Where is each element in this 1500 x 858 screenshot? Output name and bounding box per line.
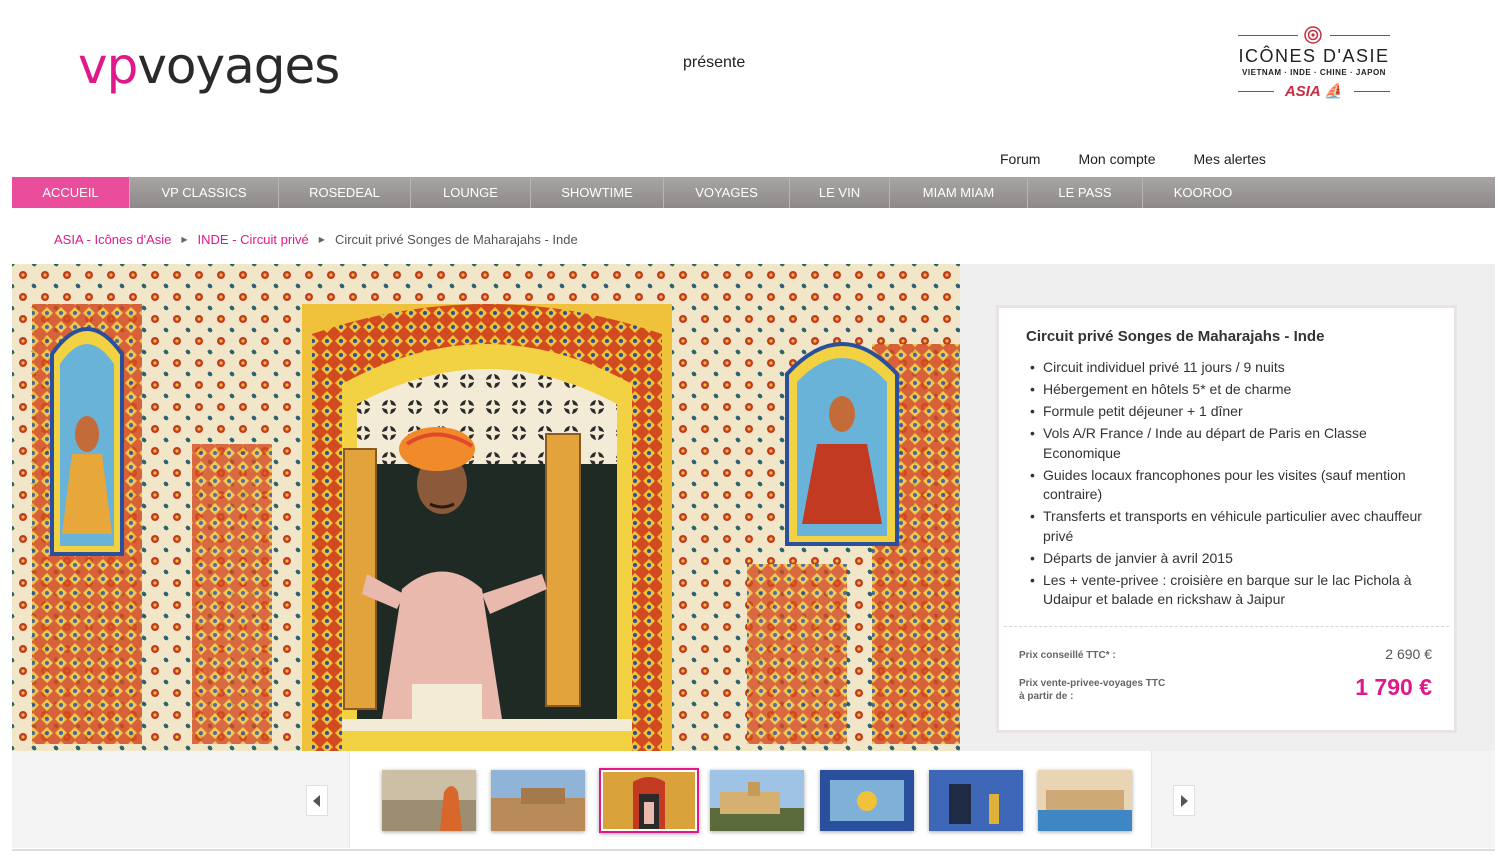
feature-item: Transferts et transports en véhicule par… xyxy=(1030,507,1445,546)
partner-line xyxy=(1330,35,1390,36)
partner-brand: ASIA ⛵ xyxy=(1276,82,1352,100)
gallery-thumbnail[interactable] xyxy=(491,770,585,831)
nav-item-lounge[interactable]: LOUNGE xyxy=(411,177,531,208)
breadcrumb-current: Circuit privé Songes de Maharajahs - Ind… xyxy=(334,232,578,247)
nav-item-voyages[interactable]: VOYAGES xyxy=(664,177,790,208)
sale-price-value: 1 790 € xyxy=(1355,674,1432,700)
chevron-left-icon xyxy=(313,794,320,807)
gallery-thumbnail[interactable] xyxy=(820,770,914,831)
gallery-thumbnail[interactable] xyxy=(710,770,804,831)
feature-item: Circuit individuel privé 11 jours / 9 nu… xyxy=(1030,358,1445,378)
partner-line xyxy=(1354,91,1390,92)
main-nav: ACCUEIL VP CLASSICS ROSEDEAL LOUNGE SHOW… xyxy=(12,177,1495,208)
chevron-right-icon xyxy=(1181,794,1188,807)
gallery-thumbnail[interactable] xyxy=(1038,770,1132,831)
gallery-thumbnail-active[interactable] xyxy=(599,768,699,833)
breadcrumb-arrow-icon: ▶ xyxy=(181,235,188,244)
logo-voyages: voyages xyxy=(137,37,340,95)
feature-item: Formule petit déjeuner + 1 dîner xyxy=(1030,402,1445,422)
nav-item-le-pass[interactable]: LE PASS xyxy=(1028,177,1143,208)
offer-title: Circuit privé Songes de Maharajahs - Ind… xyxy=(1026,328,1325,345)
top-links: Forum Mon compte Mes alertes xyxy=(1000,151,1266,167)
nav-item-showtime[interactable]: SHOWTIME xyxy=(531,177,664,208)
offer-card: Circuit privé Songes de Maharajahs - Ind… xyxy=(996,305,1457,733)
mon-compte-link[interactable]: Mon compte xyxy=(1078,151,1155,167)
partner-subtitle: VIETNAM · INDE · CHINE · JAPON xyxy=(1242,68,1386,77)
thumbnail-image xyxy=(491,770,585,831)
thumbnail-image xyxy=(382,770,476,831)
nav-item-miam-miam[interactable]: MIAM MIAM xyxy=(890,177,1028,208)
forum-link[interactable]: Forum xyxy=(1000,151,1040,167)
price-label: Prix conseillé TTC* : xyxy=(1019,650,1116,661)
nav-item-accueil[interactable]: ACCUEIL xyxy=(12,177,130,208)
nav-item-rosedeal[interactable]: ROSEDEAL xyxy=(279,177,411,208)
feature-item: Hébergement en hôtels 5* et de charme xyxy=(1030,380,1445,400)
breadcrumb-asia[interactable]: ASIA - Icônes d'Asie xyxy=(54,232,171,247)
thumbnail-image xyxy=(603,772,695,829)
hero-illustration xyxy=(12,264,960,751)
partner-logo: ICÔNES D'ASIE VIETNAM · INDE · CHINE · J… xyxy=(1232,26,1396,106)
breadcrumb: ASIA - Icônes d'Asie ▶ INDE - Circuit pr… xyxy=(54,232,578,247)
price-value: 2 690 € xyxy=(1385,646,1432,662)
mes-alertes-link[interactable]: Mes alertes xyxy=(1194,151,1266,167)
price-divider xyxy=(1004,626,1449,627)
thumbnail-image xyxy=(1038,770,1132,831)
thumbnail-image xyxy=(710,770,804,831)
feature-item: Les + vente-privee : croisière en barque… xyxy=(1030,571,1445,610)
partner-brand-text: ASIA xyxy=(1284,83,1321,100)
nav-item-le-vin[interactable]: LE VIN xyxy=(790,177,890,208)
partner-title: ICÔNES D'ASIE xyxy=(1238,46,1390,66)
vpvoyages-logo[interactable]: vpvoyages xyxy=(78,36,340,96)
feature-item: Vols A/R France / Inde au départ de Pari… xyxy=(1030,424,1445,463)
boat-icon: ⛵ xyxy=(1324,83,1344,100)
thumbnail-image xyxy=(820,770,914,831)
gallery-thumbnail[interactable] xyxy=(929,770,1023,831)
offer-features: Circuit individuel privé 11 jours / 9 nu… xyxy=(1030,358,1445,612)
partner-line xyxy=(1238,35,1298,36)
sale-price-label: Prix vente-privee-voyages TTC à partir d… xyxy=(1019,678,1166,702)
gallery-prev-button[interactable] xyxy=(306,785,328,816)
breadcrumb-inde[interactable]: INDE - Circuit privé xyxy=(198,232,309,247)
nav-item-vp-classics[interactable]: VP CLASSICS xyxy=(130,177,279,208)
bottom-divider xyxy=(12,849,1495,851)
gallery-thumbnail[interactable] xyxy=(382,770,476,831)
partner-line xyxy=(1238,91,1274,92)
logo-vp: vp xyxy=(78,37,138,95)
thumbnail-image xyxy=(929,770,1023,831)
feature-item: Guides locaux francophones pour les visi… xyxy=(1030,466,1445,505)
feature-item: Départs de janvier à avril 2015 xyxy=(1030,549,1445,569)
gallery-next-button[interactable] xyxy=(1173,785,1195,816)
breadcrumb-arrow-icon: ▶ xyxy=(318,235,325,244)
nav-item-kooroo[interactable]: KOOROO xyxy=(1143,177,1263,208)
presente-label: présente xyxy=(683,54,746,71)
hero-image xyxy=(12,264,960,751)
flower-icon xyxy=(1304,26,1322,44)
